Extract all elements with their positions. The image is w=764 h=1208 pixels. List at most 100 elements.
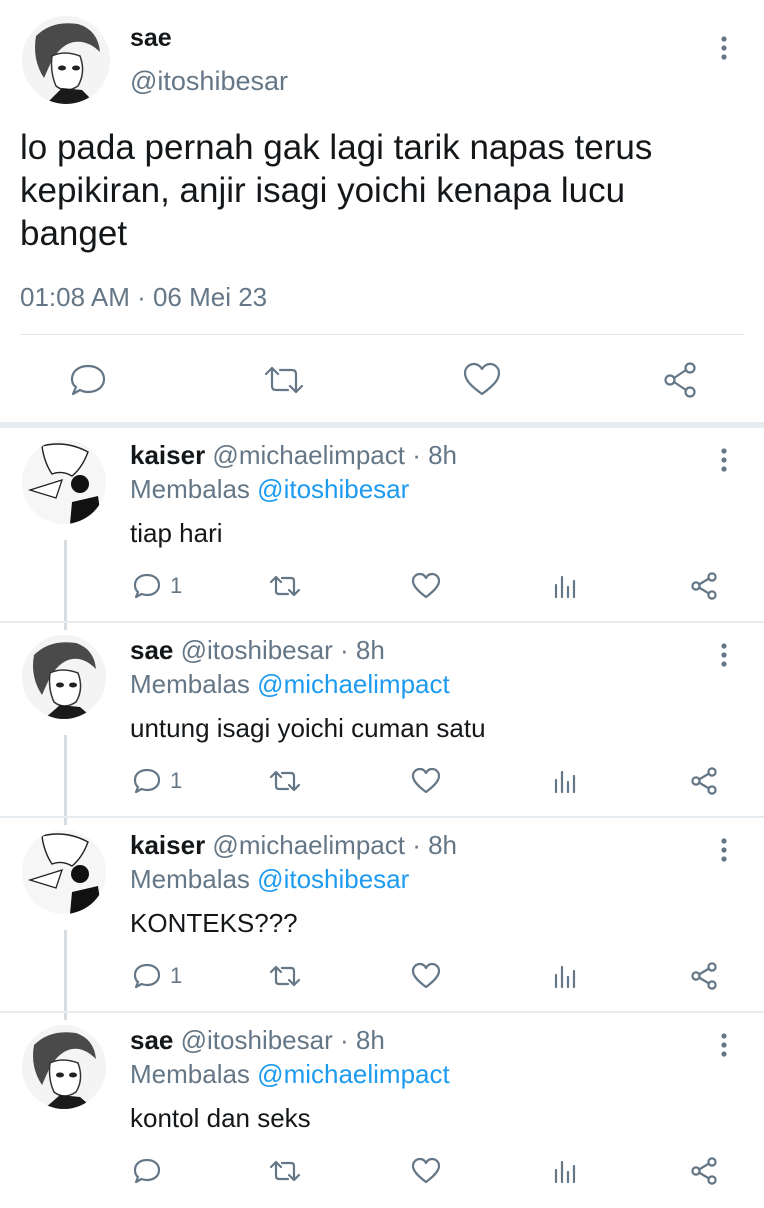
like-button[interactable] [410,761,442,801]
main-tweet: sae @itoshibesar lo pada pernah gak lagi… [0,0,764,425]
analytics-icon [554,965,576,989]
like-icon [411,767,441,794]
avatar-kaiser[interactable] [22,830,106,914]
share-button[interactable] [688,1151,720,1191]
reply-count: 1 [170,963,183,988]
reply-icon [133,963,161,989]
like-button[interactable] [410,566,442,606]
retweet-icon [269,1160,301,1182]
reply-actions [0,1151,764,1191]
avatar-sae[interactable] [22,1025,106,1109]
more-options-icon[interactable] [712,446,736,474]
reply-header: kaiser @michaelimpact · 8h [130,440,457,471]
reply-text: KONTEKS??? [130,908,298,938]
author-handle[interactable]: @itoshibesar [130,66,288,97]
reply-tweet[interactable]: sae @itoshibesar · 8h Membalas @michaeli… [0,1013,764,1208]
replying-to-handle[interactable]: @itoshibesar [257,474,409,504]
divider [20,334,744,335]
tweet-text: lo pada pernah gak lagi tarik napas teru… [20,128,653,253]
avatar-sae[interactable] [22,635,106,719]
replying-prefix: Membalas [130,864,250,894]
reply-handle-time[interactable]: @michaelimpact · 8h [212,440,457,470]
share-icon [691,572,717,600]
retweet-icon [269,770,301,792]
reply-handle-time[interactable]: @michaelimpact · 8h [212,830,457,860]
replying-prefix: Membalas [130,1059,250,1089]
reply-button[interactable]: 1 [132,956,182,996]
avatar-sae[interactable] [22,16,110,104]
share-button[interactable] [688,761,720,801]
reply-text: untung isagi yoichi cuman satu [130,713,486,743]
reply-author-name[interactable]: kaiser [130,440,205,470]
replying-to: Membalas @michaelimpact [130,669,450,700]
analytics-button[interactable] [550,1151,580,1191]
reply-header: sae @itoshibesar · 8h [130,635,385,666]
reply-icon [133,768,161,794]
reply-button[interactable] [132,1151,170,1191]
reply-text: tiap hari [130,518,223,548]
tweet-timestamp[interactable]: 01:08 AM · 06 Mei 23 [20,282,267,313]
avatar-kaiser[interactable] [22,440,106,524]
share-icon [691,962,717,990]
replying-to-handle[interactable]: @itoshibesar [257,864,409,894]
reply-author-name[interactable]: sae [130,1025,173,1055]
replying-to-handle[interactable]: @michaelimpact [257,1059,450,1089]
more-options-icon[interactable] [712,34,736,62]
share-button[interactable] [688,956,720,996]
reply-actions: 1 [0,761,764,801]
more-options-icon[interactable] [712,836,736,864]
retweet-icon [269,965,301,987]
reply-button[interactable]: 1 [132,566,182,606]
share-button[interactable] [688,566,720,606]
like-icon [411,572,441,599]
share-icon [691,767,717,795]
retweet-icon[interactable] [260,356,308,404]
reply-actions: 1 [0,566,764,606]
reply-icon [133,573,161,599]
reply-author-name[interactable]: sae [130,635,173,665]
reply-text: kontol dan seks [130,1103,311,1133]
reply-header: sae @itoshibesar · 8h [130,1025,385,1056]
like-icon [411,1157,441,1184]
replying-to: Membalas @michaelimpact [130,1059,450,1090]
reply-handle-time[interactable]: @itoshibesar · 8h [181,1025,385,1055]
reply-author-name[interactable]: kaiser [130,830,205,860]
reply-count: 1 [170,768,183,793]
retweet-button[interactable] [268,1151,302,1191]
reply-actions: 1 [0,956,764,996]
reply-button[interactable]: 1 [132,761,182,801]
replying-to: Membalas @itoshibesar [130,474,409,505]
reply-tweet[interactable]: kaiser @michaelimpact · 8h Membalas @ito… [0,818,764,1013]
replying-to-handle[interactable]: @michaelimpact [257,669,450,699]
more-options-icon[interactable] [712,641,736,669]
tweet-actions [0,356,764,406]
reply-tweet[interactable]: kaiser @michaelimpact · 8h Membalas @ito… [0,428,764,623]
analytics-button[interactable] [550,956,580,996]
retweet-icon [269,575,301,597]
analytics-button[interactable] [550,566,580,606]
reply-icon [133,1158,161,1184]
reply-header: kaiser @michaelimpact · 8h [130,830,457,861]
like-button[interactable] [410,1151,442,1191]
like-button[interactable] [410,956,442,996]
reply-tweet[interactable]: sae @itoshibesar · 8h Membalas @michaeli… [0,623,764,818]
analytics-icon [554,770,576,794]
more-options-icon[interactable] [712,1031,736,1059]
analytics-icon [554,1160,576,1184]
reply-handle-time[interactable]: @itoshibesar · 8h [181,635,385,665]
analytics-button[interactable] [550,761,580,801]
retweet-button[interactable] [268,956,302,996]
replying-prefix: Membalas [130,669,250,699]
reply-icon[interactable] [64,356,112,404]
retweet-button[interactable] [268,761,302,801]
like-icon[interactable] [458,356,506,404]
replying-to: Membalas @itoshibesar [130,864,409,895]
author-name[interactable]: sae [130,24,172,53]
reply-count: 1 [170,573,183,598]
like-icon [411,962,441,989]
retweet-button[interactable] [268,566,302,606]
analytics-icon [554,575,576,599]
share-icon [691,1157,717,1185]
share-icon[interactable] [656,356,704,404]
replying-prefix: Membalas [130,474,250,504]
